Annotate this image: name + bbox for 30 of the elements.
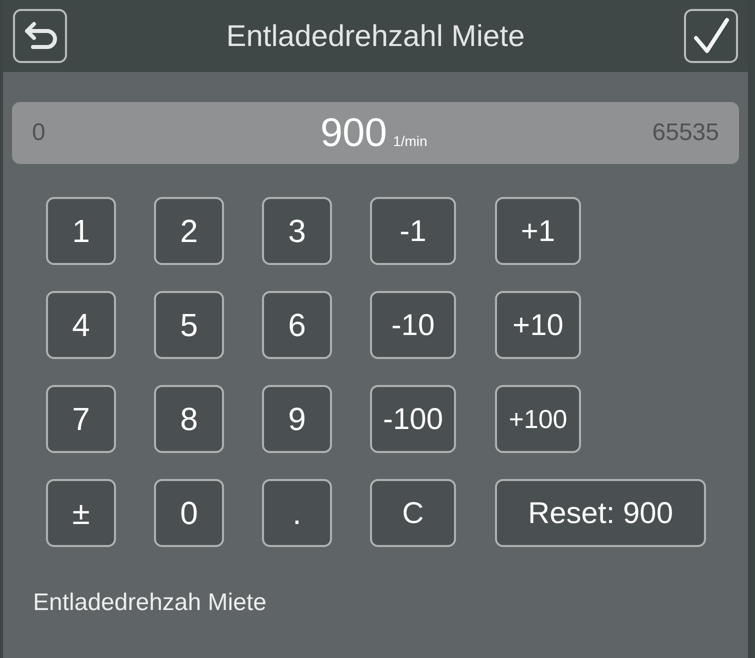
digit-key[interactable]: 3 bbox=[262, 197, 332, 265]
field-description: Entladedrehzah Miete bbox=[33, 588, 268, 618]
digit-key[interactable]: 7 bbox=[46, 385, 116, 453]
step-key[interactable]: +10 bbox=[495, 291, 581, 359]
digit-key[interactable]: 6 bbox=[262, 291, 332, 359]
digit-key[interactable]: ± bbox=[46, 479, 116, 547]
undo-arrow-icon bbox=[23, 21, 57, 51]
digit-key[interactable]: 9 bbox=[262, 385, 332, 453]
step-key[interactable]: -100 bbox=[370, 385, 456, 453]
current-value: 900 bbox=[320, 110, 388, 157]
digit-key[interactable]: 2 bbox=[154, 197, 224, 265]
back-button[interactable] bbox=[13, 9, 67, 63]
step-key[interactable]: +1 bbox=[495, 197, 581, 265]
max-value: 65535 bbox=[652, 118, 719, 148]
step-key[interactable]: +100 bbox=[495, 385, 581, 453]
checkmark-icon bbox=[691, 16, 731, 56]
reset-button[interactable]: Reset: 900 bbox=[495, 479, 706, 547]
min-value: 0 bbox=[32, 118, 46, 148]
digit-key[interactable]: . bbox=[262, 479, 332, 547]
screen-title: Entladedrehzahl Miete bbox=[226, 18, 525, 54]
step-key[interactable]: -1 bbox=[370, 197, 456, 265]
digit-key[interactable]: 0 bbox=[154, 479, 224, 547]
digit-key[interactable]: 8 bbox=[154, 385, 224, 453]
digit-key[interactable]: 5 bbox=[154, 291, 224, 359]
step-key[interactable]: -10 bbox=[370, 291, 456, 359]
digit-key[interactable]: 1 bbox=[46, 197, 116, 265]
digit-key[interactable]: 4 bbox=[46, 291, 116, 359]
step-key[interactable]: C bbox=[370, 479, 456, 547]
confirm-button[interactable] bbox=[684, 9, 738, 63]
unit-label: 1/min bbox=[393, 132, 428, 151]
